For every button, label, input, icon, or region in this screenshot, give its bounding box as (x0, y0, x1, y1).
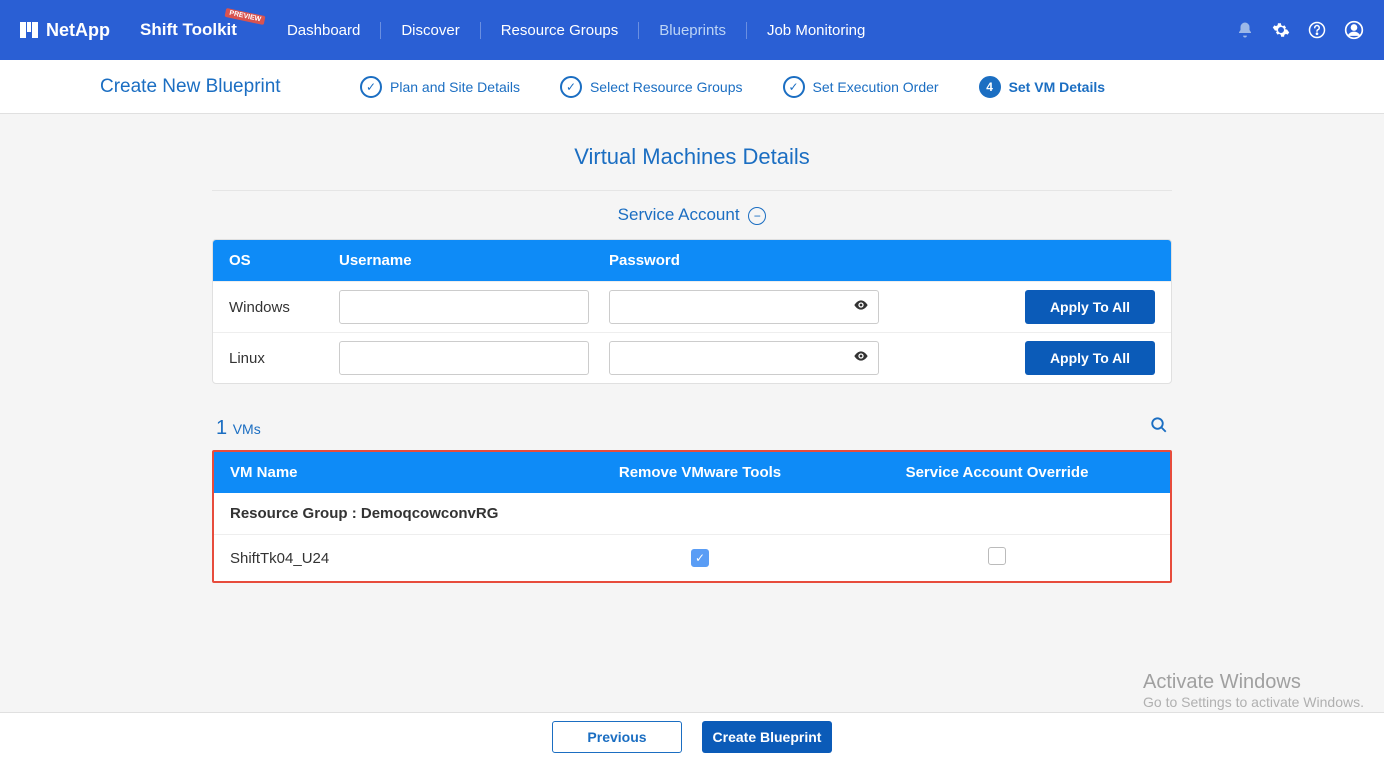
eye-icon[interactable] (853, 297, 869, 318)
col-remove-tools: Remove VMware Tools (560, 464, 840, 481)
vm-row: ShiftTk04_U24 ✓ (214, 535, 1170, 581)
wizard-subheader: Create New Blueprint ✓ Plan and Site Det… (0, 60, 1384, 114)
col-os: OS (229, 252, 339, 269)
nav-resource-groups[interactable]: Resource Groups (481, 22, 640, 39)
step-vm-details[interactable]: ✓4 Set VM Details (979, 76, 1105, 98)
windows-password-input[interactable] (609, 290, 879, 324)
subheader-title: Create New Blueprint (100, 76, 300, 98)
search-icon[interactable] (1150, 416, 1168, 439)
eye-icon[interactable] (853, 348, 869, 369)
app-header: NetApp Shift Toolkit PREVIEW Dashboard D… (0, 0, 1384, 60)
main-content: Virtual Machines Details Service Account… (192, 114, 1192, 603)
wizard-footer: Previous Create Blueprint (0, 712, 1384, 760)
bell-icon[interactable] (1236, 21, 1254, 39)
vm-count: 1 VMs (216, 417, 261, 440)
step-plan-site[interactable]: ✓ Plan and Site Details (360, 76, 520, 98)
main-nav: Dashboard Discover Resource Groups Bluep… (267, 22, 885, 39)
sa-row-windows: Windows Apply To All (213, 281, 1171, 332)
brand-name: NetApp (46, 20, 110, 41)
previous-button[interactable]: Previous (552, 721, 682, 753)
remove-tools-checkbox[interactable]: ✓ (691, 549, 709, 567)
vm-group-row: Resource Group : DemoqcowconvRG (214, 493, 1170, 535)
header-icons (1236, 20, 1364, 40)
gear-icon[interactable] (1272, 21, 1290, 39)
page-title: Virtual Machines Details (212, 144, 1172, 170)
apply-all-linux-button[interactable]: Apply To All (1025, 341, 1155, 375)
vm-table-header: VM Name Remove VMware Tools Service Acco… (214, 452, 1170, 493)
nav-job-monitoring[interactable]: Job Monitoring (747, 22, 885, 39)
col-sa-override: Service Account Override (840, 464, 1154, 481)
col-vm-name: VM Name (230, 464, 560, 481)
collapse-icon[interactable]: − (748, 207, 766, 225)
nav-discover[interactable]: Discover (381, 22, 480, 39)
sa-override-checkbox[interactable] (988, 547, 1006, 565)
step-select-resource-groups[interactable]: ✓ Select Resource Groups (560, 76, 743, 98)
service-account-title: Service Account − (212, 205, 1172, 225)
vm-summary: 1 VMs (216, 416, 1168, 440)
linux-password-input[interactable] (609, 341, 879, 375)
apply-all-windows-button[interactable]: Apply To All (1025, 290, 1155, 324)
os-label-linux: Linux (229, 350, 339, 367)
sa-row-linux: Linux Apply To All (213, 332, 1171, 383)
vm-name: ShiftTk04_U24 (230, 550, 560, 567)
divider (212, 190, 1172, 191)
vm-table: VM Name Remove VMware Tools Service Acco… (212, 450, 1172, 583)
help-icon[interactable] (1308, 21, 1326, 39)
os-label-windows: Windows (229, 299, 339, 316)
netapp-icon (20, 21, 38, 39)
sa-table-header: OS Username Password (213, 240, 1171, 281)
nav-blueprints[interactable]: Blueprints (639, 22, 747, 39)
step-execution-order[interactable]: ✓ Set Execution Order (783, 76, 939, 98)
nav-dashboard[interactable]: Dashboard (267, 22, 381, 39)
toolkit-title: Shift Toolkit PREVIEW (140, 20, 237, 40)
brand-logo: NetApp (20, 20, 110, 41)
wizard-steps: ✓ Plan and Site Details ✓ Select Resourc… (360, 76, 1105, 98)
col-password: Password (609, 252, 899, 269)
windows-username-input[interactable] (339, 290, 589, 324)
create-blueprint-button[interactable]: Create Blueprint (702, 721, 832, 753)
linux-username-input[interactable] (339, 341, 589, 375)
service-account-table: OS Username Password Windows Apply To Al… (212, 239, 1172, 384)
user-icon[interactable] (1344, 20, 1364, 40)
col-username: Username (339, 252, 609, 269)
